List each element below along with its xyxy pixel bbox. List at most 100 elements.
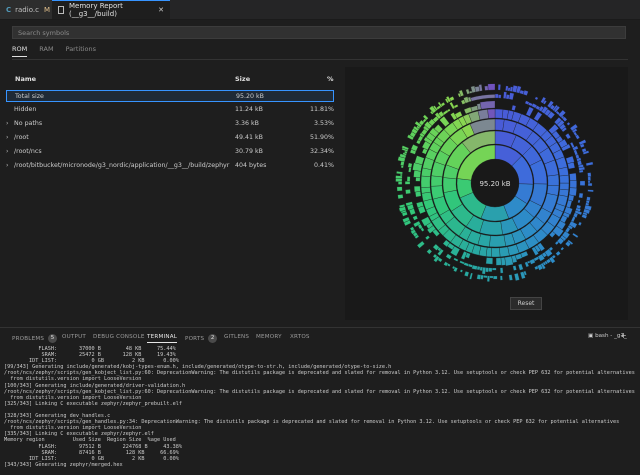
- table-row[interactable]: › No paths 3.36 kB 3.53%: [6, 118, 334, 130]
- subtab-rom[interactable]: ROM: [12, 45, 28, 57]
- sunburst-segment[interactable]: [499, 246, 510, 257]
- sunburst-segment[interactable]: [425, 235, 431, 241]
- sunburst-segment[interactable]: [569, 180, 577, 189]
- sunburst-segment[interactable]: [459, 269, 464, 273]
- sunburst-segment[interactable]: [426, 248, 433, 255]
- table-row[interactable]: › /root/ncs 30.79 kB 32.34%: [6, 146, 334, 158]
- sunburst-segment[interactable]: [491, 247, 501, 258]
- sunburst-segment[interactable]: [579, 180, 586, 186]
- sunburst-segment[interactable]: [511, 104, 517, 111]
- tab-memory-report[interactable]: Memory Report (__g3__/build) ✕: [52, 0, 170, 19]
- sunburst-segment[interactable]: [445, 253, 452, 260]
- table-row[interactable]: › /root/bitbucket/micronode/g3_nordic/ap…: [6, 160, 334, 172]
- sunburst-segment[interactable]: [508, 92, 515, 101]
- sunburst-segment[interactable]: [572, 232, 579, 239]
- sunburst-segment[interactable]: [477, 109, 489, 120]
- subtab-partitions[interactable]: Partitions: [66, 45, 96, 57]
- sunburst-segment[interactable]: [406, 176, 411, 182]
- sunburst-segment[interactable]: [494, 108, 504, 119]
- sunburst-segment[interactable]: [415, 191, 422, 198]
- subtab-ram[interactable]: RAM: [39, 45, 53, 57]
- sunburst-segment[interactable]: [404, 181, 411, 185]
- terminal-output[interactable]: FLASH: 37000 B 48 KB 75.44% SRAM: 25472 …: [4, 346, 636, 475]
- sunburst-segment[interactable]: [534, 96, 539, 101]
- sunburst-segment[interactable]: [483, 275, 488, 279]
- sunburst-segment[interactable]: [587, 180, 591, 184]
- sunburst-segment[interactable]: [476, 274, 482, 280]
- sunburst-segment[interactable]: [464, 271, 470, 277]
- sunburst-segment[interactable]: [415, 177, 421, 182]
- sunburst-segment[interactable]: [489, 275, 494, 279]
- sunburst-segment[interactable]: [493, 275, 498, 280]
- sunburst-segment[interactable]: [587, 189, 594, 193]
- sunburst-segment[interactable]: [499, 267, 504, 274]
- sunburst-segment[interactable]: [498, 94, 502, 99]
- sunburst-segment[interactable]: [485, 257, 493, 265]
- sunburst-segment[interactable]: [488, 267, 493, 272]
- sunburst-segment[interactable]: [566, 121, 571, 126]
- sunburst-segment[interactable]: [412, 215, 419, 221]
- panel-tab-ports[interactable]: PORTS 2: [185, 334, 218, 343]
- sunburst-segment[interactable]: [430, 175, 443, 187]
- sunburst-segment[interactable]: [587, 172, 592, 178]
- sunburst-segment[interactable]: [484, 85, 489, 91]
- sunburst-segment[interactable]: [479, 100, 496, 110]
- table-row[interactable]: Total size 95.20 kB: [6, 90, 334, 102]
- sunburst-segment[interactable]: [559, 174, 570, 184]
- sunburst-segment[interactable]: [459, 260, 465, 265]
- sunburst-segment[interactable]: [494, 93, 499, 99]
- sunburst-segment[interactable]: [560, 246, 565, 251]
- sunburst-segment[interactable]: [489, 235, 506, 248]
- table-row[interactable]: Hidden 11.24 kB 11.81%: [6, 104, 334, 116]
- panel-tab-memory[interactable]: MEMORY: [256, 334, 282, 340]
- panel-tab-terminal[interactable]: TERMINAL: [147, 334, 178, 343]
- sunburst-segment[interactable]: [565, 199, 573, 209]
- table-row[interactable]: › /root 49.41 kB 51.90%: [6, 132, 334, 144]
- panel-tab-gitlens[interactable]: GITLENS: [224, 334, 249, 340]
- sunburst-segment[interactable]: [470, 94, 496, 102]
- sunburst-segment[interactable]: [568, 187, 577, 197]
- sunburst-segment[interactable]: [518, 263, 524, 271]
- sunburst-segment[interactable]: [470, 105, 479, 112]
- sunburst-segment[interactable]: [565, 133, 572, 140]
- sunburst-segment[interactable]: [578, 169, 584, 173]
- sunburst-segment[interactable]: [577, 199, 581, 204]
- sunburst-segment[interactable]: [587, 182, 593, 187]
- panel-tab-output[interactable]: OUTPUT: [62, 334, 86, 340]
- sunburst-segment[interactable]: [469, 272, 473, 280]
- sunburst-segment[interactable]: [499, 275, 503, 281]
- column-header-size[interactable]: Size: [235, 75, 250, 83]
- sunburst-segment[interactable]: [569, 141, 575, 149]
- sunburst-segment[interactable]: [547, 174, 560, 186]
- sunburst-segment[interactable]: [578, 192, 584, 199]
- sunburst-segment[interactable]: [555, 250, 561, 257]
- sunburst-segment[interactable]: [422, 114, 429, 121]
- sunburst-segment[interactable]: [479, 220, 503, 236]
- sunburst-segment[interactable]: [585, 161, 594, 166]
- sunburst-segment[interactable]: [442, 177, 457, 193]
- column-header-name[interactable]: Name: [15, 75, 36, 83]
- sunburst-segment[interactable]: [487, 83, 496, 91]
- sunburst-segment[interactable]: [533, 111, 543, 122]
- sunburst-segment[interactable]: [495, 257, 502, 266]
- sunburst-segment[interactable]: [512, 265, 517, 271]
- sunburst-segment[interactable]: [508, 274, 513, 281]
- sunburst-segment[interactable]: [420, 175, 431, 188]
- sunburst-segment[interactable]: [396, 186, 403, 192]
- reset-button[interactable]: Reset: [510, 297, 542, 310]
- sunburst-segment[interactable]: [413, 185, 421, 193]
- sunburst-segment[interactable]: [408, 167, 412, 173]
- sunburst-segment[interactable]: [453, 104, 459, 109]
- sunburst-segment[interactable]: [405, 189, 411, 195]
- sunburst-segment[interactable]: [577, 221, 582, 226]
- panel-tab-xrtos[interactable]: XRTOS: [290, 334, 310, 340]
- chevron-right-icon[interactable]: ›: [6, 120, 9, 127]
- sunburst-segment[interactable]: [559, 182, 570, 191]
- chevron-right-icon[interactable]: ›: [6, 162, 9, 169]
- sunburst-segment[interactable]: [395, 178, 403, 182]
- close-icon[interactable]: ✕: [158, 6, 164, 14]
- panel-tab-problems[interactable]: PROBLEMS 5: [12, 334, 58, 343]
- sunburst-segment[interactable]: [453, 257, 459, 262]
- sunburst-segment[interactable]: [398, 181, 403, 185]
- sunburst-segment[interactable]: [497, 84, 501, 91]
